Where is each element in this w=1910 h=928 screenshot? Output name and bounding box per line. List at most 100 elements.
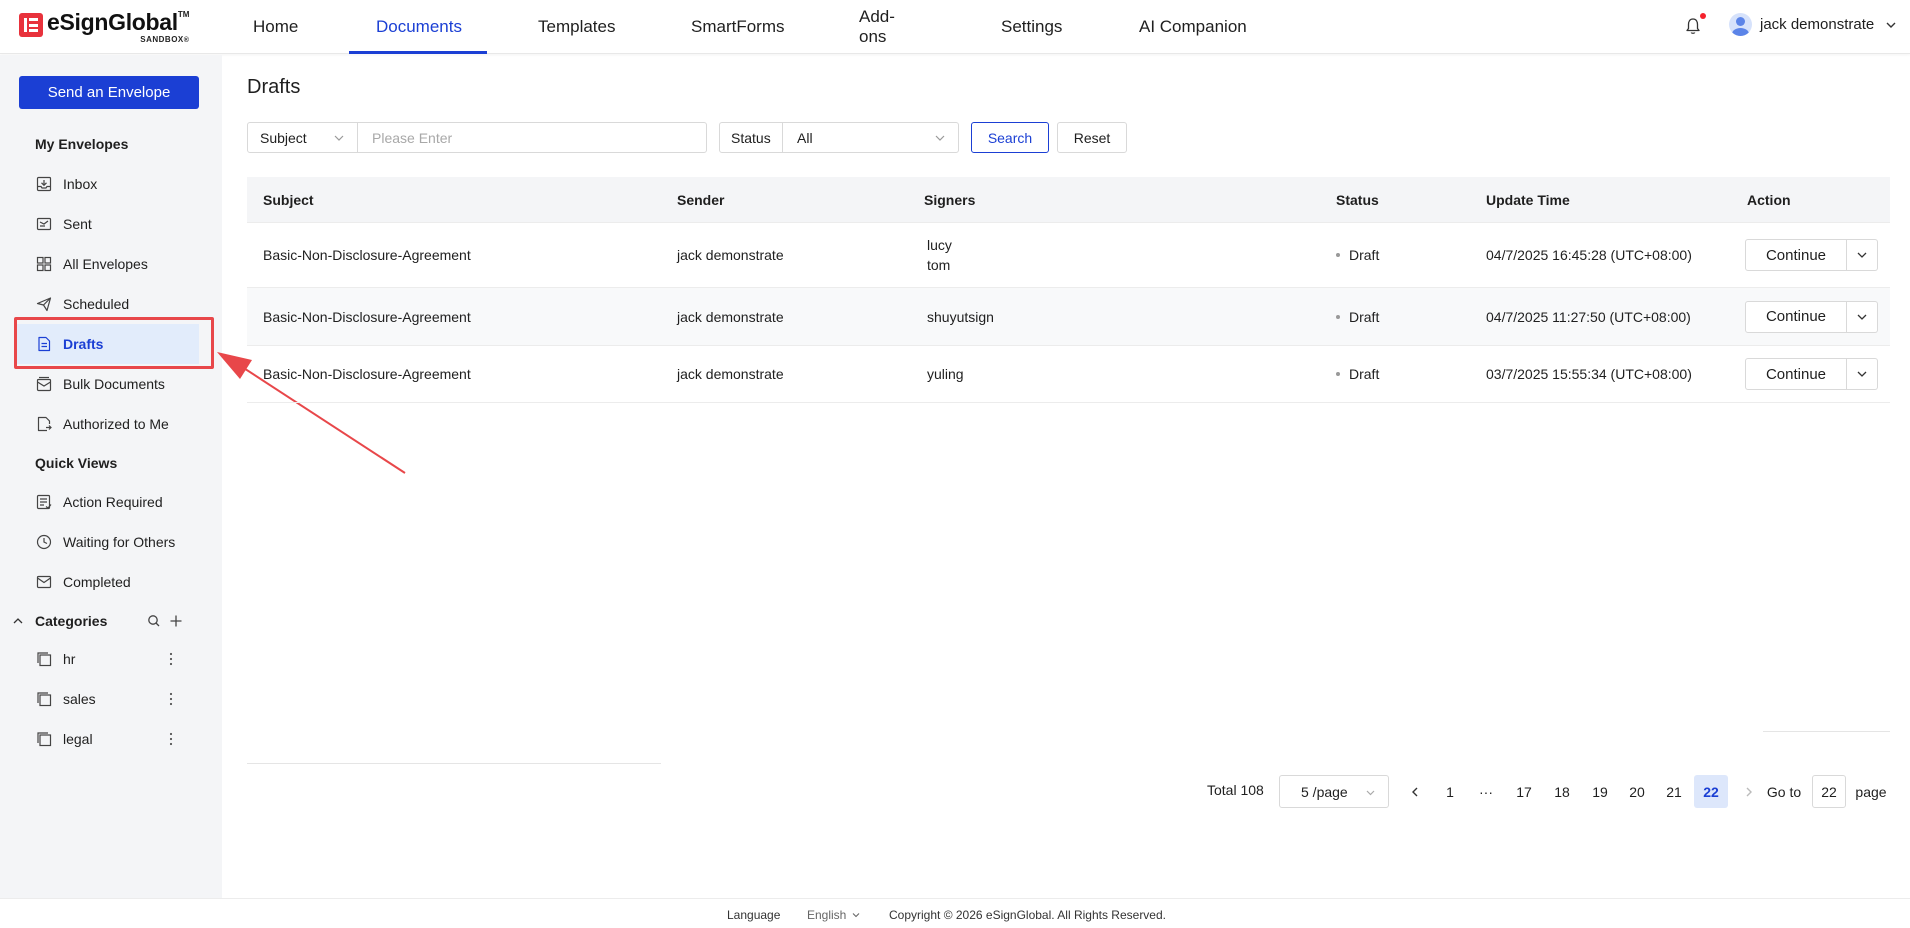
add-icon[interactable] (169, 614, 183, 628)
column-header-status: Status (1336, 191, 1379, 208)
more-vertical-icon[interactable] (169, 731, 173, 747)
grid-icon (36, 256, 52, 272)
chevron-up-icon[interactable] (12, 615, 24, 627)
chevron-left-icon (1412, 787, 1418, 796)
sidebar-item-inbox[interactable]: Inbox (15, 164, 199, 204)
cell-sender: jack demonstrate (677, 308, 784, 325)
cell-signers: shuyutsign (927, 308, 994, 325)
status-select[interactable]: All (783, 123, 958, 152)
sidebar-item-label: legal (63, 731, 93, 747)
brand-logo[interactable]: eSignGlobalTM SANDBOX® (19, 11, 189, 44)
table-row[interactable]: Basic-Non-Disclosure-Agreement jack demo… (247, 288, 1890, 346)
pagination-page[interactable]: 18 (1548, 775, 1576, 808)
sidebar-item-label: hr (63, 651, 76, 667)
nav-documents[interactable]: Documents (349, 0, 487, 54)
pagination-page[interactable]: 17 (1510, 775, 1538, 808)
section-title-categories: Categories (35, 613, 108, 629)
more-actions-dropdown[interactable] (1847, 358, 1878, 390)
nav-templates[interactable]: Templates (538, 0, 615, 54)
category-icon (37, 652, 52, 667)
chevron-right-icon (1746, 787, 1752, 796)
sidebar-item-category-legal[interactable]: legal (15, 719, 199, 759)
pagination-ellipsis[interactable]: ··· (1474, 775, 1498, 808)
pagination-goto-input[interactable]: 22 (1812, 775, 1846, 808)
page-title: Drafts (247, 76, 301, 98)
continue-button[interactable]: Continue (1745, 300, 1847, 333)
page-size-value: 5 /page (1301, 783, 1348, 800)
column-header-update-time: Update Time (1486, 191, 1570, 208)
categories-header[interactable]: Categories (12, 609, 202, 633)
row-action-group: Continue (1745, 358, 1878, 390)
sidebar-item-authorized-to-me[interactable]: Authorized to Me (15, 404, 199, 444)
status-dot (1336, 314, 1340, 319)
brand-name: eSignGlobal (47, 9, 178, 35)
table-row[interactable]: Basic-Non-Disclosure-Agreement jack demo… (247, 346, 1890, 403)
pagination-page[interactable]: 21 (1660, 775, 1688, 808)
nav-home[interactable]: Home (253, 0, 298, 54)
section-title-my-envelopes: My Envelopes (35, 136, 129, 152)
cell-update-time: 03/7/2025 15:55:34 (UTC+08:00) (1486, 366, 1692, 382)
table-row[interactable]: Basic-Non-Disclosure-Agreement jack demo… (247, 223, 1890, 288)
nav-ai-companion[interactable]: AI Companion (1139, 0, 1247, 54)
column-header-subject: Subject (263, 191, 314, 208)
sidebar-item-category-hr[interactable]: hr (15, 639, 199, 679)
sidebar-item-all-envelopes[interactable]: All Envelopes (15, 244, 199, 284)
sidebar-item-bulk-documents[interactable]: Bulk Documents (15, 364, 199, 404)
status-text: Draft (1349, 366, 1380, 382)
drafts-table: Subject Sender Signers Status Update Tim… (247, 177, 1890, 403)
sidebar-item-waiting-for-others[interactable]: Waiting for Others (15, 522, 199, 562)
copyright-text: Copyright © 2026 eSignGlobal. All Rights… (889, 908, 1166, 922)
pagination-page[interactable]: 19 (1586, 775, 1614, 808)
continue-button[interactable]: Continue (1745, 239, 1847, 271)
cell-signers: yuling (927, 366, 964, 382)
search-button[interactable]: Search (971, 122, 1049, 153)
user-menu[interactable]: jack demonstrate (1729, 13, 1898, 36)
nav-add-ons[interactable]: Add-ons (859, 0, 895, 54)
logo-mark-icon (19, 13, 43, 37)
pagination-next[interactable] (1739, 775, 1759, 808)
bulk-documents-icon (36, 376, 52, 392)
more-vertical-icon[interactable] (169, 691, 173, 707)
more-actions-dropdown[interactable] (1847, 239, 1878, 271)
chevron-down-icon (852, 913, 860, 918)
chevron-down-icon (1857, 314, 1867, 320)
search-icon[interactable] (147, 614, 161, 628)
notification-bell-icon[interactable] (1684, 16, 1702, 36)
pagination-goto-label: Go to (1766, 783, 1802, 800)
send-envelope-button[interactable]: Send an Envelope (19, 76, 199, 109)
language-select[interactable]: English (807, 908, 861, 922)
sidebar-item-action-required[interactable]: Action Required (15, 482, 199, 522)
nav-smartforms[interactable]: SmartForms (691, 0, 785, 54)
cell-status: Draft (1336, 309, 1379, 325)
search-field-select[interactable]: Subject (248, 123, 358, 152)
pagination-page[interactable]: 1 (1438, 775, 1462, 808)
more-actions-dropdown[interactable] (1847, 300, 1878, 333)
signer-name: tom (927, 257, 951, 273)
avatar (1729, 13, 1752, 36)
nav-settings[interactable]: Settings (1001, 0, 1062, 54)
pagination-prev[interactable] (1403, 775, 1427, 808)
search-input[interactable] (358, 123, 706, 152)
status-filter-label: Status (720, 123, 783, 152)
sidebar-item-sent[interactable]: Sent (15, 204, 199, 244)
page-size-select[interactable]: 5 /page (1279, 775, 1389, 808)
section-title-quick-views: Quick Views (35, 455, 118, 471)
completed-mail-icon (36, 575, 52, 589)
chevron-down-icon (1857, 252, 1867, 258)
sidebar: Send an Envelope My Envelopes Inbox Sent… (0, 55, 222, 898)
sidebar-item-label: Bulk Documents (63, 376, 165, 392)
more-vertical-icon[interactable] (169, 651, 173, 667)
pagination-page[interactable]: 20 (1623, 775, 1651, 808)
sidebar-item-completed[interactable]: Completed (15, 562, 199, 602)
sidebar-item-category-sales[interactable]: sales (15, 679, 199, 719)
chevron-down-icon (1857, 371, 1867, 377)
status-dot (1336, 253, 1340, 257)
table-header: Subject Sender Signers Status Update Tim… (247, 177, 1890, 223)
brand-trademark: TM (177, 10, 190, 19)
continue-button[interactable]: Continue (1745, 358, 1847, 390)
pagination-page-current[interactable]: 22 (1694, 775, 1728, 808)
language-label: Language (727, 908, 781, 922)
search-field-value: Subject (260, 129, 307, 146)
reset-button[interactable]: Reset (1057, 122, 1127, 153)
notification-dot (1700, 13, 1706, 19)
